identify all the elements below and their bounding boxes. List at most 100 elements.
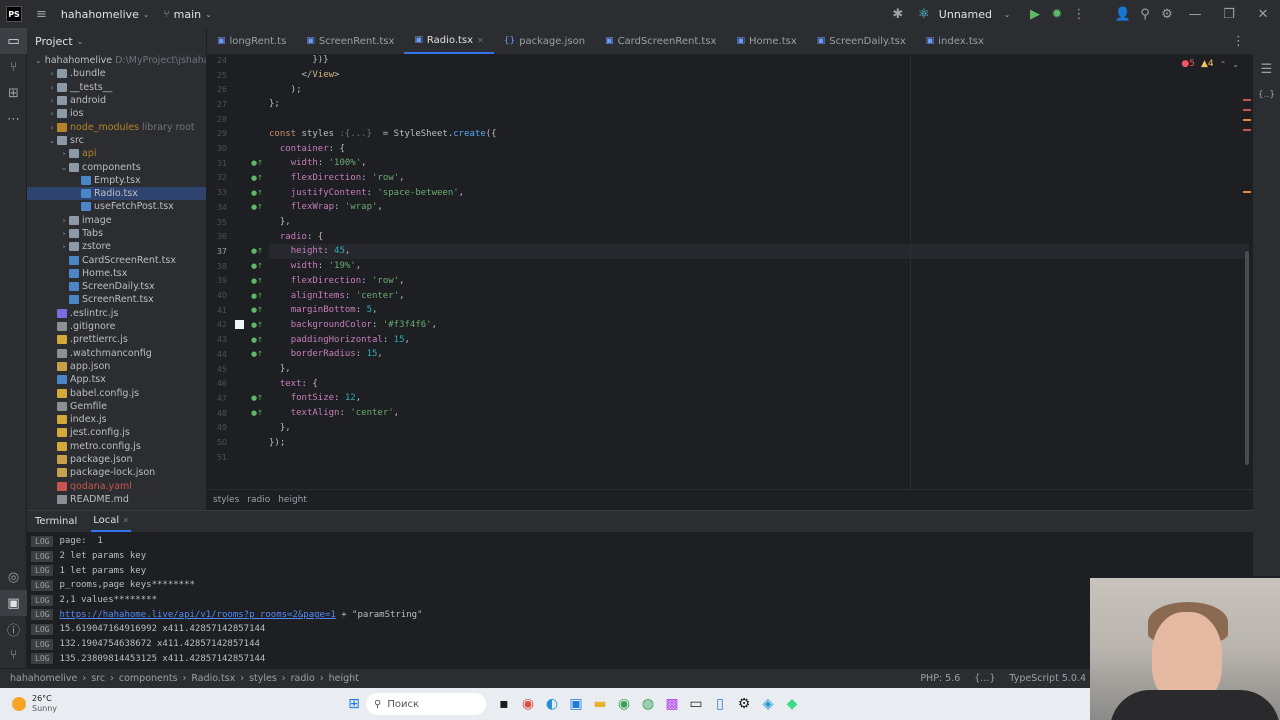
tabs-more-icon[interactable]: ⋮ <box>1232 34 1245 49</box>
structure-icon[interactable]: ⊞ <box>0 80 27 106</box>
status-path-item[interactable]: components <box>119 673 178 684</box>
tree-item[interactable]: App.tsx <box>27 373 206 386</box>
chevron-down-icon[interactable]: ⌄ <box>1232 59 1239 69</box>
code-content[interactable]: })} </View > );}; const styles :{...} = St… <box>269 55 1249 489</box>
code-line[interactable]: radio: { <box>269 229 323 244</box>
editor-tab[interactable]: ▣ ScreenRent.tsx <box>296 28 404 54</box>
tree-item[interactable]: ⌄ src <box>27 134 206 147</box>
search-icon[interactable]: ⚲ <box>1134 7 1156 22</box>
code-line[interactable]: backgroundColor: '#f3f4f6', <box>269 318 437 333</box>
terminal-output[interactable]: LOG page: 1 LOG 2 let params key LOG 1 let pa… <box>27 532 1253 666</box>
code-line[interactable]: }); <box>269 435 285 450</box>
code-line[interactable]: flexDirection: 'row', <box>269 171 405 186</box>
project-panel-header[interactable]: Project ⌄ <box>27 28 206 54</box>
tree-item[interactable]: › image <box>27 214 206 227</box>
close-icon[interactable]: ✕ <box>122 516 129 525</box>
code-line[interactable]: flexDirection: 'row', <box>269 274 405 289</box>
breadcrumb-item[interactable]: radio <box>247 495 270 505</box>
store-icon[interactable]: ▣ <box>564 692 588 716</box>
code-line[interactable]: paddingHorizontal: 15, <box>269 332 410 347</box>
problems-icon[interactable]: ⓘ <box>0 616 27 642</box>
app-green-icon[interactable]: ◍ <box>636 692 660 716</box>
inspection-widget[interactable]: ●5 ▲4 ⌃ ⌄ <box>1181 59 1239 69</box>
status-path-item[interactable]: styles <box>249 673 277 684</box>
task-view-icon[interactable]: ▪ <box>492 692 516 716</box>
tab-local[interactable]: Local ✕ <box>91 511 132 532</box>
tree-item[interactable]: Home.tsx <box>27 267 206 280</box>
code-line[interactable]: ); <box>269 82 302 97</box>
color-swatch-icon[interactable] <box>235 320 244 330</box>
branch-switcher[interactable]: ⑂ main ⌄ <box>164 8 212 21</box>
jetbrains-logo-icon[interactable]: PS <box>6 6 22 22</box>
tree-item[interactable]: ScreenRent.tsx <box>27 293 206 306</box>
run-icon[interactable]: ▶ <box>1024 7 1046 22</box>
tree-item[interactable]: .gitignore <box>27 320 206 333</box>
code-line[interactable]: fontSize: 12, <box>269 391 361 406</box>
tree-item[interactable]: Radio.tsx <box>27 186 206 201</box>
typescript-version[interactable]: TypeScript 5.0.4 <box>1009 673 1086 684</box>
terminal-title[interactable]: Terminal <box>35 516 77 527</box>
code-line[interactable]: }; <box>269 97 280 112</box>
tree-item[interactable]: › __tests__ <box>27 81 206 94</box>
tree-item[interactable]: › ios <box>27 107 206 120</box>
tree-item[interactable]: ⌄ hahahomelive D:\MyProject\jshaha <box>27 54 206 67</box>
weather-widget[interactable]: 26°C Sunny <box>12 694 342 714</box>
tree-item[interactable]: .eslintrc.js <box>27 307 206 320</box>
close-icon[interactable]: ✕ <box>1246 7 1280 22</box>
tree-item[interactable]: metro.config.js <box>27 440 206 453</box>
project-folder-icon[interactable]: ▭ <box>0 28 27 54</box>
terminal-icon[interactable]: ▣ <box>0 590 27 616</box>
tree-item[interactable]: › node_modules library root <box>27 120 206 133</box>
more-vertical-icon[interactable]: ⋮ <box>1068 7 1090 22</box>
tree-item[interactable]: qodana.yaml <box>27 480 206 493</box>
breadcrumb-item[interactable]: height <box>278 495 307 505</box>
tree-item[interactable]: package-lock.json <box>27 466 206 479</box>
tree-item[interactable]: › api <box>27 147 206 160</box>
code-line[interactable]: marginBottom: 5, <box>269 303 378 318</box>
tree-item[interactable]: › zstore <box>27 240 206 253</box>
settings-gear-icon[interactable]: ⚙ <box>1156 7 1178 22</box>
tree-item[interactable]: › .bundle <box>27 67 206 80</box>
phpstorm-icon[interactable]: ▩ <box>660 692 684 716</box>
tree-item[interactable]: Empty.tsx <box>27 174 206 187</box>
run-config-selector[interactable]: ⚛ Unnamed ⌄ <box>913 7 1018 22</box>
editor-tab[interactable]: ▣ Home.tsx <box>726 28 806 54</box>
json-icon[interactable]: {..} <box>1253 82 1280 108</box>
code-line[interactable]: height: 45, <box>269 244 1249 259</box>
notepad-icon[interactable]: ▯ <box>708 692 732 716</box>
editor-tab[interactable]: ▣ ScreenDaily.tsx <box>807 28 916 54</box>
commit-icon[interactable]: ⑂ <box>0 54 27 80</box>
code-line[interactable]: alignItems: 'center', <box>269 288 405 303</box>
code-line[interactable]: }, <box>269 362 291 377</box>
debug-icon[interactable]: ✹ <box>1046 7 1068 22</box>
tree-item[interactable]: index.js <box>27 413 206 426</box>
services-icon[interactable]: ◎ <box>0 564 27 590</box>
explorer-icon[interactable]: ▬ <box>588 692 612 716</box>
debug-bug-icon[interactable]: ✱ <box>887 7 909 22</box>
terminal-app-icon[interactable]: ▭ <box>684 692 708 716</box>
editor-tab[interactable]: ▣ CardScreenRent.tsx <box>595 28 726 54</box>
code-line[interactable]: </View > <box>269 68 340 83</box>
project-switcher[interactable]: hahahomelive ⌄ <box>61 8 150 21</box>
app-android-icon[interactable]: ◆ <box>780 692 804 716</box>
terminal-link[interactable]: https://hahahome.live/api/v1/rooms?p_roo… <box>59 610 335 620</box>
chrome-icon[interactable]: ◉ <box>516 692 540 716</box>
editor-tab[interactable]: ▣ Radio.tsx ✕ <box>404 28 494 54</box>
code-line[interactable]: const styles :{...} = StyleSheet. create(… <box>269 127 497 142</box>
tree-item[interactable]: app.json <box>27 360 206 373</box>
code-line[interactable]: flexWrap: 'wrap', <box>269 200 383 215</box>
php-version[interactable]: PHP: 5.6 <box>920 673 960 684</box>
chrome-profile-icon[interactable]: ◉ <box>612 692 636 716</box>
windows-start-icon[interactable]: ⊞ <box>342 692 366 716</box>
code-line[interactable]: container: { <box>269 141 345 156</box>
tree-item[interactable]: .prettierrc.js <box>27 333 206 346</box>
database-icon[interactable]: ☰ <box>1253 56 1280 82</box>
editor-tab[interactable]: {} package.json <box>494 28 595 54</box>
tree-item[interactable]: jest.config.js <box>27 426 206 439</box>
add-user-icon[interactable]: 👤 <box>1112 7 1134 22</box>
status-path-item[interactable]: Radio.tsx <box>191 673 235 684</box>
code-line[interactable]: }, <box>269 215 291 230</box>
tree-item[interactable]: babel.config.js <box>27 386 206 399</box>
restore-icon[interactable]: ❐ <box>1212 7 1246 22</box>
settings-app-icon[interactable]: ⚙ <box>732 692 756 716</box>
